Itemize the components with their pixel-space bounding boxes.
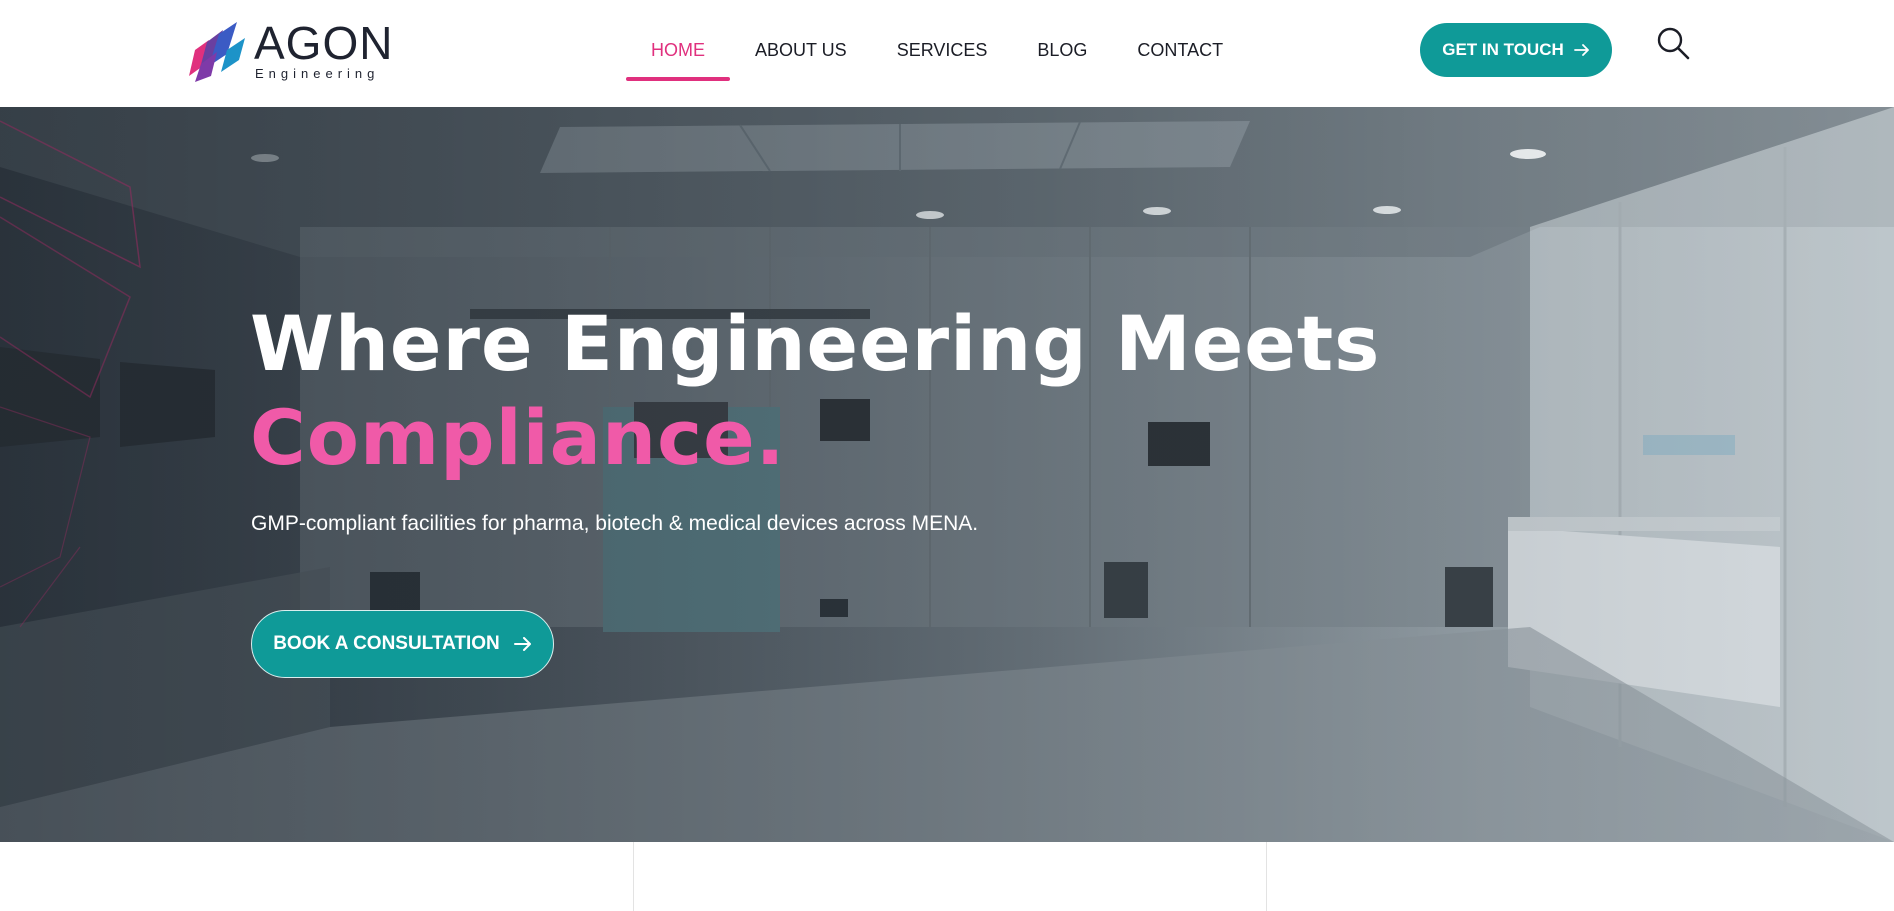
nav-label: SERVICES (896, 39, 988, 60)
hero-title-line1: Where Engineering Meets (250, 299, 1381, 388)
main-nav: HOME ABOUT US SERVICES BLOG CONTACT (626, 0, 1248, 107)
hero-title-accent: Compliance. (250, 393, 786, 482)
get-in-touch-button[interactable]: GET IN TOUCH (1420, 23, 1612, 77)
nav-item-services[interactable]: SERVICES (872, 0, 1013, 100)
brand-logo[interactable]: AGON Engineering (187, 18, 397, 84)
brand-tagline: Engineering (255, 66, 380, 81)
nav-item-contact[interactable]: CONTACT (1112, 0, 1248, 100)
hero-title: Where Engineering Meets Compliance. (250, 297, 1380, 485)
hero-subtitle: GMP-compliant facilities for pharma, bio… (251, 512, 979, 535)
site-header: AGON Engineering HOME ABOUT US SERVICES … (0, 0, 1894, 107)
book-consultation-label: BOOK A CONSULTATION (273, 633, 500, 654)
nav-label: CONTACT (1137, 39, 1224, 60)
arrow-right-icon (513, 637, 531, 651)
column-divider (633, 842, 634, 911)
nav-label: HOME (651, 39, 705, 60)
nav-label: BLOG (1037, 39, 1088, 60)
hero-section: Where Engineering Meets Compliance. GMP-… (0, 107, 1894, 842)
search-icon[interactable] (1656, 26, 1690, 60)
nav-label: ABOUT US (755, 39, 847, 60)
agon-logo-icon (189, 22, 245, 82)
features-strip (0, 842, 1894, 911)
column-divider (1266, 842, 1267, 911)
book-consultation-button[interactable]: BOOK A CONSULTATION (251, 610, 554, 678)
nav-item-blog[interactable]: BLOG (1012, 0, 1112, 100)
nav-item-home[interactable]: HOME (626, 0, 730, 100)
brand-name: AGON (254, 17, 394, 69)
arrow-right-icon (1573, 44, 1589, 56)
get-in-touch-label: GET IN TOUCH (1442, 40, 1564, 59)
nav-item-about-us[interactable]: ABOUT US (730, 0, 872, 100)
